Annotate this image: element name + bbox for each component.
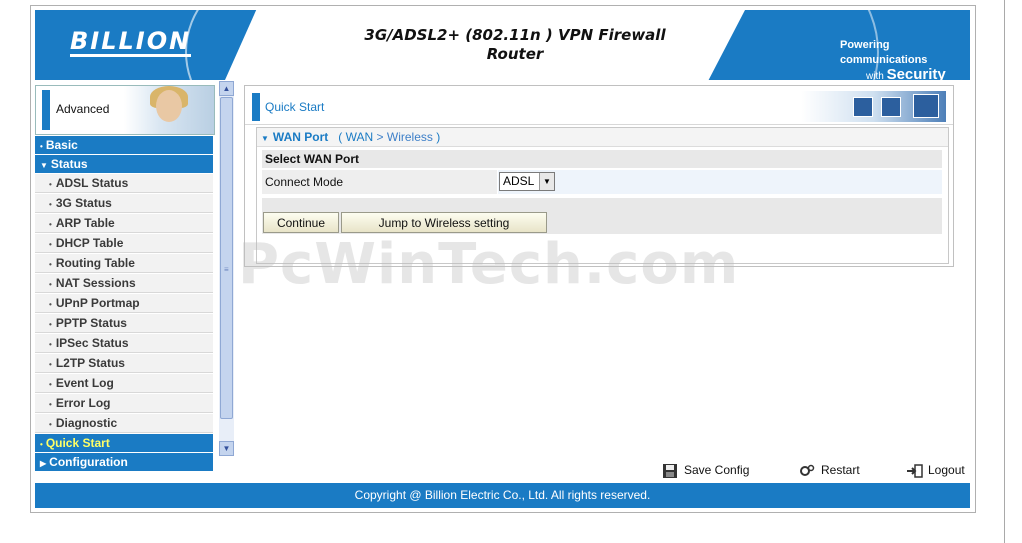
wan-port-label: WAN Port xyxy=(272,130,329,144)
sidebar-item-3g-status[interactable]: • 3G Status xyxy=(35,194,213,213)
grip-icon: ≡ xyxy=(224,265,229,274)
bullet-icon: • xyxy=(49,280,52,289)
bullet-icon: • xyxy=(40,142,43,151)
sidebar-item-dhcp-table[interactable]: • DHCP Table xyxy=(35,234,213,253)
jump-to-wireless-button[interactable]: Jump to Wireless setting xyxy=(341,212,547,233)
sidebar-item-ipsec-status[interactable]: • IPSec Status xyxy=(35,334,213,353)
sidebar-item-arp-table[interactable]: • ARP Table xyxy=(35,214,213,233)
product-title-line2: Router xyxy=(486,45,544,63)
advanced-header: Advanced xyxy=(35,85,215,135)
connect-mode-value: ADSL xyxy=(503,174,535,188)
triangle-right-icon: ▶ xyxy=(40,459,47,468)
triangle-down-icon: ▼ xyxy=(261,134,269,143)
watermark: PcWinTech.com xyxy=(238,232,740,297)
advanced-label: Advanced xyxy=(56,102,110,116)
breadcrumb-close: ) xyxy=(436,130,441,144)
header-banner: BILLION 3G/ADSL2+ (802.11n ) VPN Firewal… xyxy=(35,10,970,80)
scroll-up-button[interactable]: ▲ xyxy=(219,81,234,96)
sidebar-item-adsl-status[interactable]: • ADSL Status xyxy=(35,174,213,193)
sidebar-nav: • Basic ▼ Status • ADSL Status • 3G Status •… xyxy=(35,136,213,472)
window-border xyxy=(1004,0,1005,543)
sidebar-item-event-log[interactable]: • Event Log xyxy=(35,374,213,393)
bullet-icon: • xyxy=(49,240,52,249)
bullet-icon: • xyxy=(49,300,52,309)
breadcrumb-wan: WAN xyxy=(345,130,374,144)
bullet-icon: • xyxy=(49,260,52,269)
button-row: Continue Jump to Wireless setting xyxy=(262,198,942,234)
sidebar-item-configuration[interactable]: ▶ Configuration xyxy=(35,453,213,471)
save-config-button[interactable]: Save Config xyxy=(662,462,749,478)
header-decoration xyxy=(801,91,946,122)
connect-mode-cell: ADSL ▼ xyxy=(498,170,942,194)
scroll-thumb[interactable]: ≡ xyxy=(220,97,233,419)
connect-mode-label: Connect Mode xyxy=(262,170,497,194)
sidebar-item-quick-start[interactable]: • Quick Start xyxy=(35,434,213,452)
sidebar-item-routing-table[interactable]: • Routing Table xyxy=(35,254,213,273)
product-title: 3G/ADSL2+ (802.11n ) VPN Firewall Router xyxy=(335,26,695,64)
sidebar-scrollbar[interactable]: ▲ ≡ ▼ xyxy=(219,81,234,456)
sidebar-item-status[interactable]: ▼ Status xyxy=(35,155,213,173)
bullet-icon: • xyxy=(49,380,52,389)
bullet-icon: • xyxy=(49,320,52,329)
breadcrumb-wireless[interactable]: Wireless xyxy=(387,130,433,144)
tagline: Powering communications with Security xyxy=(840,38,970,80)
select-wan-port-header: Select WAN Port xyxy=(262,150,942,168)
bullet-icon: • xyxy=(49,340,52,349)
bullet-icon: • xyxy=(40,440,43,449)
dropdown-arrow-icon[interactable]: ▼ xyxy=(539,173,554,190)
page-title: Quick Start xyxy=(265,100,325,114)
tagline-line1: Powering communications xyxy=(840,39,928,66)
restart-button[interactable]: Restart xyxy=(799,462,860,478)
product-title-line1: 3G/ADSL2+ (802.11n ) VPN Firewall xyxy=(364,26,666,44)
bullet-icon: • xyxy=(49,220,52,229)
sidebar-item-basic[interactable]: • Basic xyxy=(35,136,213,154)
breadcrumb-separator: > xyxy=(376,130,384,144)
sidebar-item-l2tp-status[interactable]: • L2TP Status xyxy=(35,354,213,373)
bullet-icon: • xyxy=(49,180,52,189)
logout-icon xyxy=(906,464,923,478)
bullet-icon: • xyxy=(49,400,52,409)
bullet-icon: • xyxy=(49,360,52,369)
restart-icon xyxy=(799,464,815,478)
chevron-up-icon: ▲ xyxy=(222,84,231,93)
sidebar-item-pptp-status[interactable]: • PPTP Status xyxy=(35,314,213,333)
breadcrumb-open: ( xyxy=(338,130,343,144)
save-icon xyxy=(662,463,678,478)
bullet-icon: • xyxy=(49,420,52,429)
billion-logo: BILLION xyxy=(70,27,192,57)
quick-start-header: Quick Start xyxy=(245,86,953,125)
chevron-down-icon: ▼ xyxy=(222,444,231,453)
tagline-with: with xyxy=(866,71,884,80)
footer-copyright: Copyright @ Billion Electric Co., Ltd. A… xyxy=(35,483,970,508)
sidebar-item-diagnostic[interactable]: • Diagnostic xyxy=(35,414,213,433)
logout-button[interactable]: Logout xyxy=(906,462,965,478)
wan-port-title: ▼ WAN Port ( WAN > Wireless ) xyxy=(257,128,948,147)
scroll-down-button[interactable]: ▼ xyxy=(219,441,234,456)
bullet-icon: • xyxy=(49,200,52,209)
continue-button[interactable]: Continue xyxy=(263,212,339,233)
sidebar-item-error-log[interactable]: • Error Log xyxy=(35,394,213,413)
sidebar-item-upnp-portmap[interactable]: • UPnP Portmap xyxy=(35,294,213,313)
sidebar-item-nat-sessions[interactable]: • NAT Sessions xyxy=(35,274,213,293)
connect-mode-select[interactable]: ADSL ▼ xyxy=(499,172,555,191)
tagline-security: Security xyxy=(886,66,946,80)
triangle-down-icon: ▼ xyxy=(40,161,48,170)
